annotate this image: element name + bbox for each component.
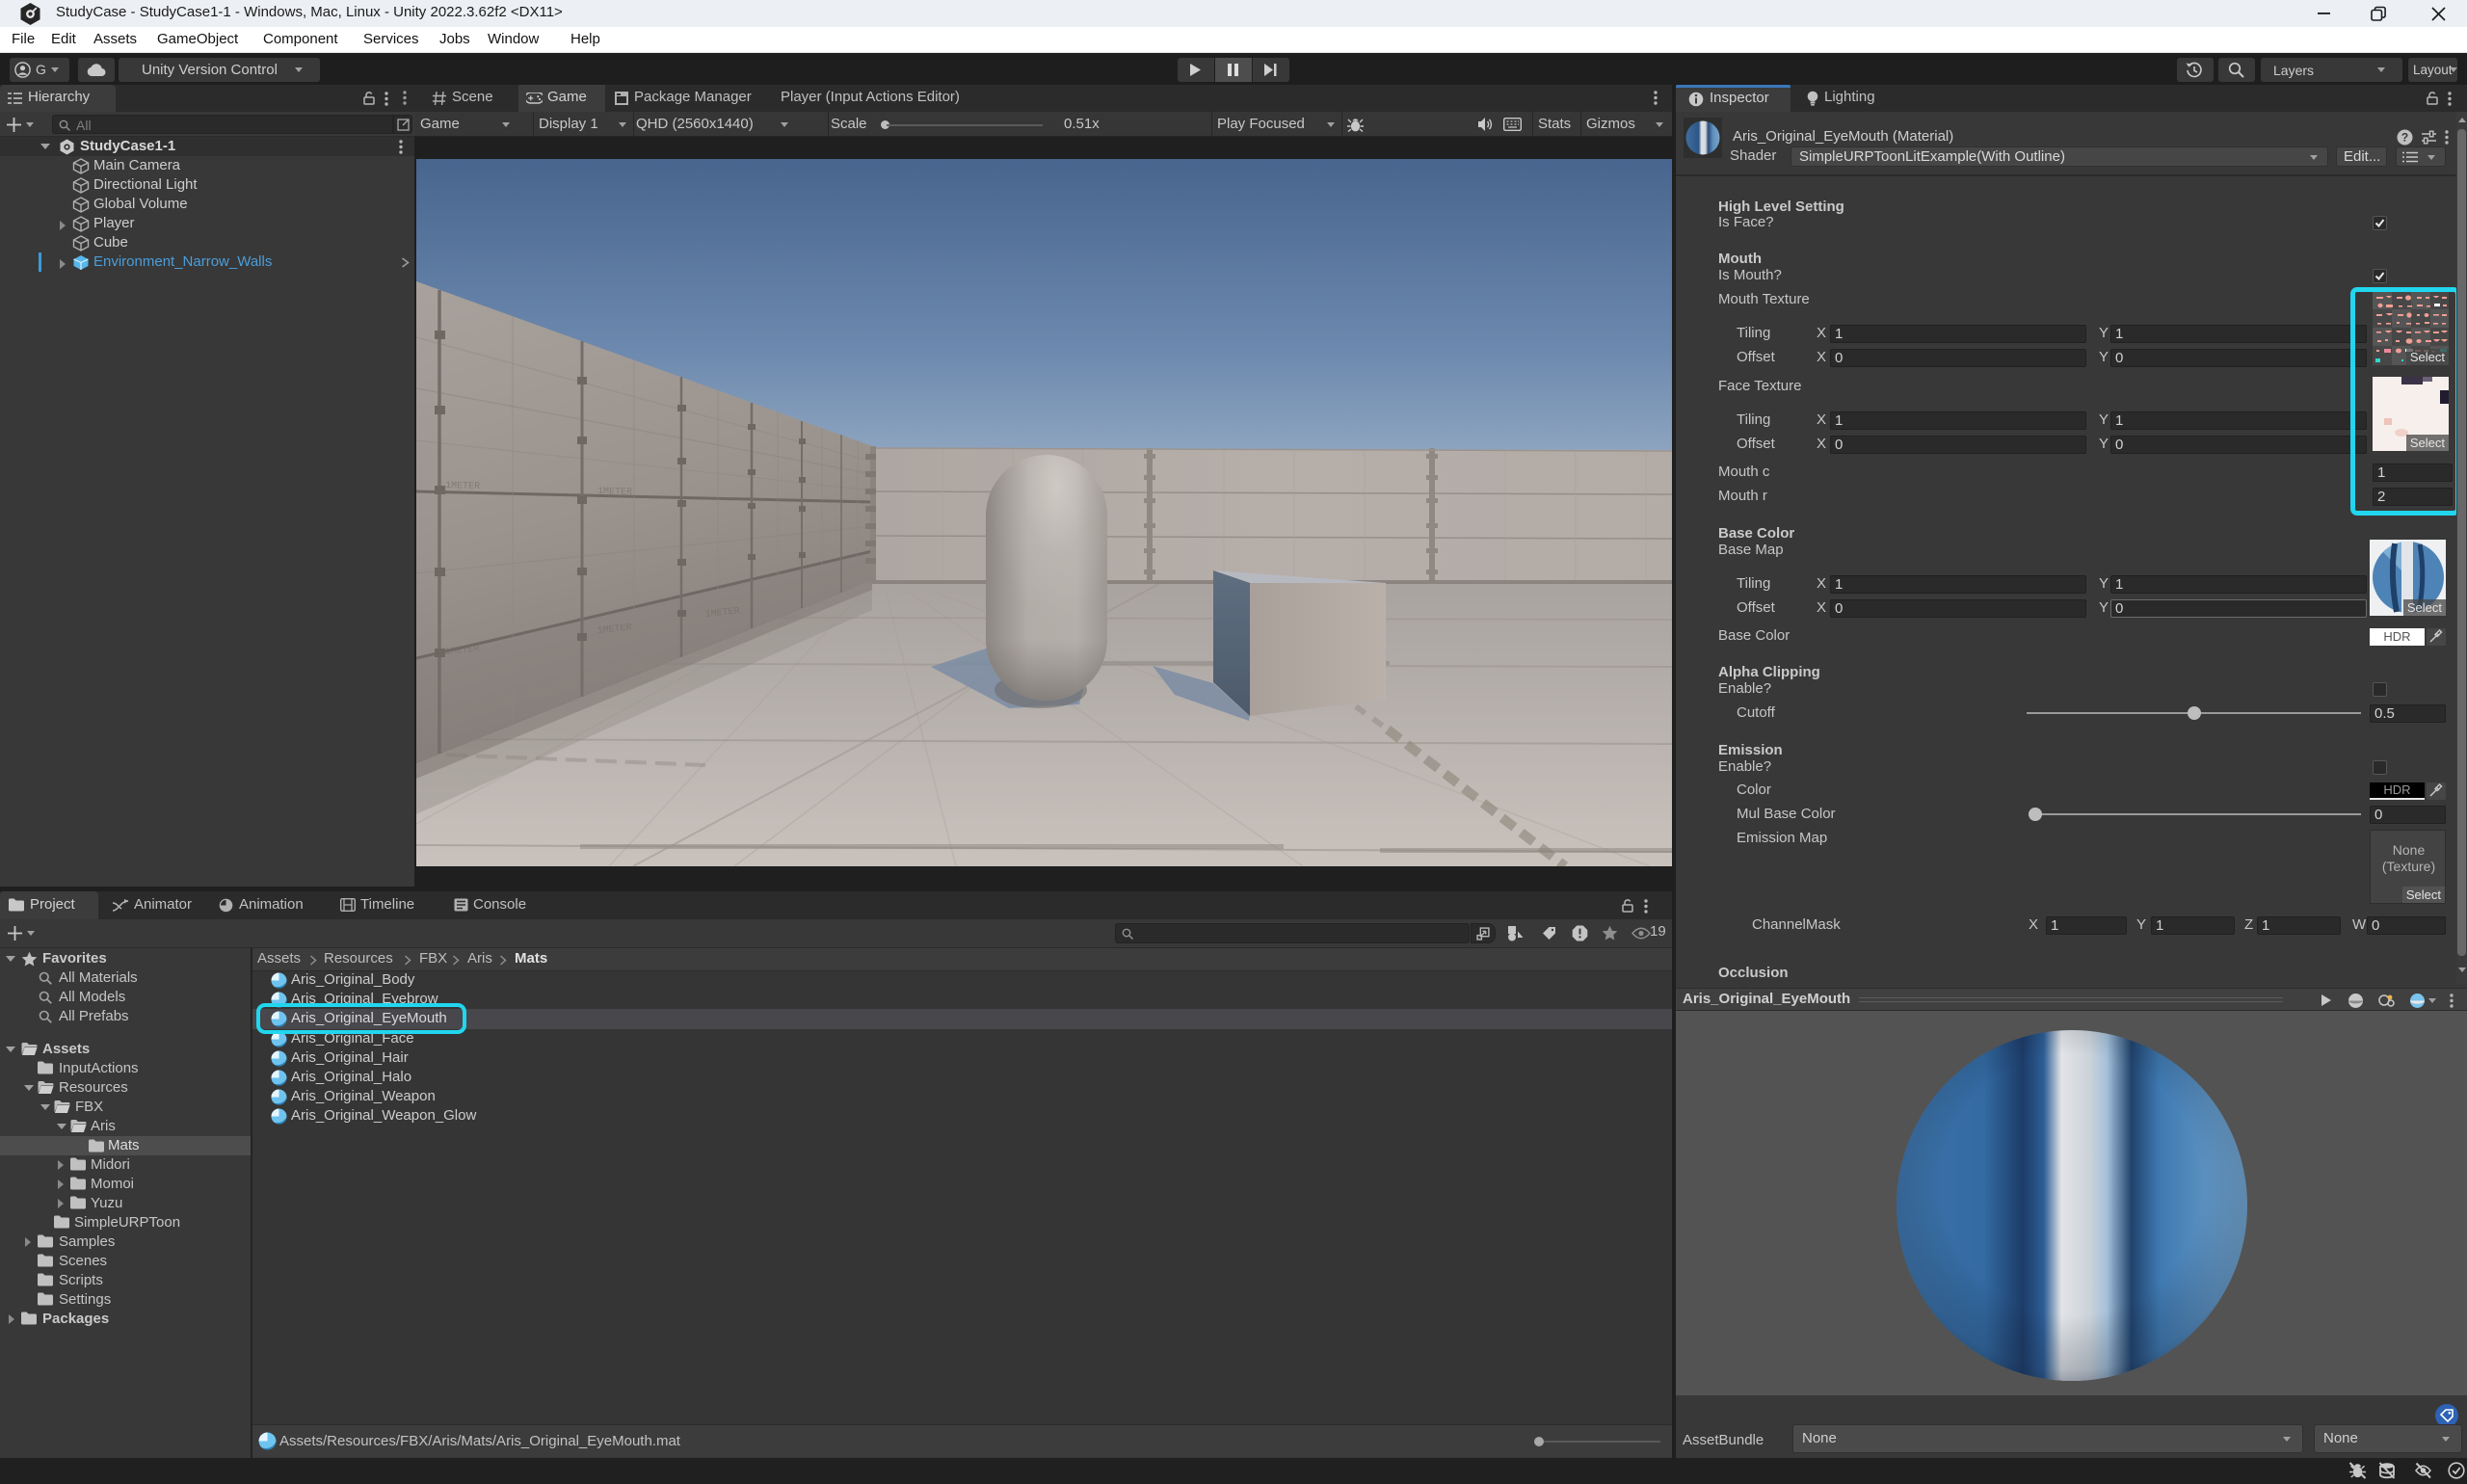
svg-text:1METER: 1METER	[445, 481, 480, 492]
svg-text:?: ?	[2401, 131, 2408, 145]
svg-text:1METER: 1METER	[597, 487, 632, 498]
